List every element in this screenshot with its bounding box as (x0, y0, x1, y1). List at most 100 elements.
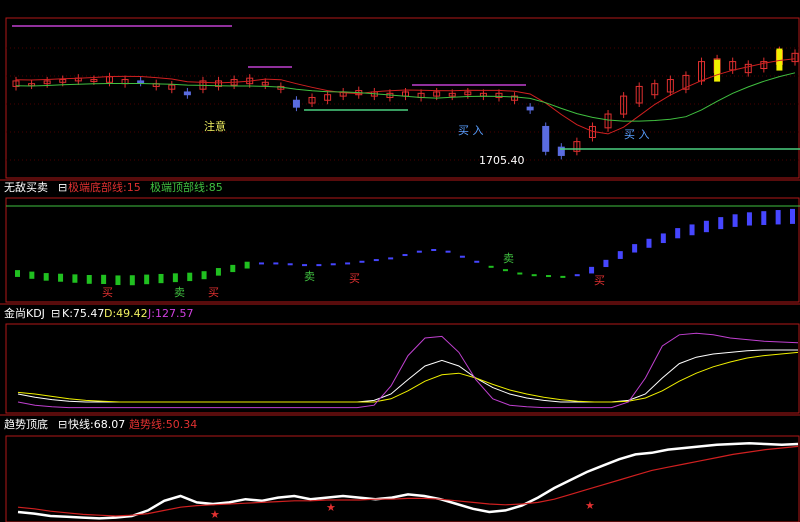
indicator-bar-4 (72, 274, 78, 283)
indicator-bar-34 (502, 269, 508, 272)
pane2-d-label: D:49.42 (104, 307, 148, 320)
buy-label-2: 买 入 (624, 128, 650, 141)
kdj-line-0 (17, 349, 798, 403)
indicator-bar-21 (316, 264, 322, 267)
pane3-fast-label: 快线:68.07 (68, 417, 125, 431)
indicator-bar-3 (58, 273, 64, 282)
indicator-bar-51 (746, 212, 752, 226)
indicator-bar-7 (115, 275, 121, 286)
indicator-bar-35 (517, 272, 523, 275)
candle-body-11 (183, 91, 191, 96)
signal-marker-3: 卖 (304, 270, 315, 283)
pane1-line1-label: 极端底部线:15 (68, 180, 141, 194)
pane1-line2-label: 极端顶部线:85 (150, 180, 223, 194)
indicator-bar-25 (373, 259, 379, 262)
indicator-bar-15 (230, 264, 236, 273)
signal-marker-4: 买 (349, 272, 360, 285)
indicator-bar-20 (302, 264, 308, 267)
stock-chart: 注意 买 入 买 入 1705.40 无敌买卖 ⊟ 极端底部线:15 极端顶部线… (0, 17, 800, 522)
indicator-bar-31 (459, 255, 465, 258)
pane3-lines: ★ ★ ★ (17, 441, 799, 521)
indicator-bar-24 (359, 260, 365, 263)
pane3-toggle-icon[interactable]: ⊟ (58, 418, 67, 431)
indicator-bar-23 (345, 262, 351, 265)
candle-body-34 (542, 125, 550, 152)
indicator-bar-45 (660, 233, 666, 244)
indicator-bar-39 (574, 274, 580, 277)
pane1-toggle-icon[interactable]: ⊟ (58, 181, 67, 194)
pane2-toggle-icon[interactable]: ⊟ (51, 307, 60, 320)
indicator-bar-1 (29, 271, 35, 279)
signal-marker-0: 买 (102, 286, 113, 299)
pane-frame-0 (5, 17, 800, 179)
signal-marker-1: 卖 (174, 286, 185, 299)
indicator-bar-48 (703, 220, 709, 233)
note-label: 注意 (204, 119, 226, 133)
indicator-bar-43 (632, 244, 638, 253)
indicator-bar-29 (431, 249, 437, 251)
signal-marker-6: 买 (594, 274, 605, 287)
low-price-label: 1705.40 (479, 154, 525, 167)
pane-frame-1 (5, 197, 800, 303)
candle-body-33 (526, 106, 534, 111)
indicator-bar-42 (617, 251, 623, 259)
indicator-bar-27 (402, 254, 408, 257)
indicator-bar-10 (158, 273, 164, 284)
trend-line-1 (17, 445, 799, 517)
pane-frames (0, 17, 800, 522)
indicator-bar-28 (416, 250, 422, 253)
indicator-bar-11 (172, 273, 178, 283)
star-icon-1: ★ (326, 501, 336, 514)
pane1-bars: 买卖买卖 买卖买 (6, 205, 800, 299)
indicator-bar-40 (589, 266, 595, 274)
pane2-k-label: K:75.47 (62, 307, 104, 320)
yellow-candle-1 (776, 48, 783, 71)
indicator-bar-33 (488, 265, 494, 268)
pane1-title: 无敌买卖 (4, 180, 48, 194)
indicator-bar-18 (273, 262, 279, 265)
indicator-bar-53 (775, 210, 781, 225)
pane2-title: 金尚KDJ (4, 306, 45, 320)
candlesticks[interactable] (12, 46, 799, 160)
indicator-bar-17 (258, 262, 264, 265)
indicator-bar-38 (560, 275, 566, 278)
star-icon-0: ★ (210, 508, 220, 521)
indicator-bar-8 (129, 275, 135, 286)
indicator-bar-50 (732, 214, 738, 227)
indicator-bar-13 (201, 271, 207, 280)
indicator-bar-12 (187, 272, 193, 282)
indicator-bar-37 (546, 275, 552, 278)
indicator-bar-2 (43, 273, 49, 281)
indicator-bar-32 (474, 260, 480, 263)
indicator-bar-54 (790, 208, 795, 224)
candle-body-18 (292, 99, 300, 108)
pane-frame-2 (5, 323, 800, 414)
indicator-bar-41 (603, 259, 609, 268)
indicator-bar-52 (761, 211, 767, 225)
signal-marker-5: 卖 (503, 252, 514, 265)
pane3-title: 趋势顶底 (4, 417, 48, 431)
pane2-j-label: J:127.57 (147, 307, 193, 320)
candle-body-8 (137, 80, 145, 84)
kdj-line-2 (17, 332, 799, 409)
trend-line-0 (17, 441, 799, 520)
indicator-bar-44 (646, 238, 652, 248)
pane2-lines (17, 332, 799, 409)
indicator-bar-19 (287, 263, 293, 266)
indicator-bar-49 (718, 217, 724, 230)
yellow-candle-0 (714, 59, 721, 82)
indicator-bar-16 (244, 261, 250, 269)
signal-marker-2: 买 (208, 286, 219, 299)
indicator-bar-30 (445, 250, 451, 253)
indicator-bar-47 (689, 224, 695, 236)
indicator-bar-36 (531, 274, 537, 277)
indicator-bar-0 (15, 270, 20, 277)
indicator-bar-26 (388, 257, 394, 260)
indicator-bar-22 (330, 263, 336, 266)
indicator-bar-46 (675, 228, 681, 239)
indicator-bar-5 (86, 275, 92, 284)
kdj-line-1 (17, 351, 799, 403)
indicator-bar-14 (215, 268, 221, 276)
pane3-trend-label: 趋势线:50.34 (129, 417, 197, 431)
buy-label-1: 买 入 (458, 124, 484, 137)
